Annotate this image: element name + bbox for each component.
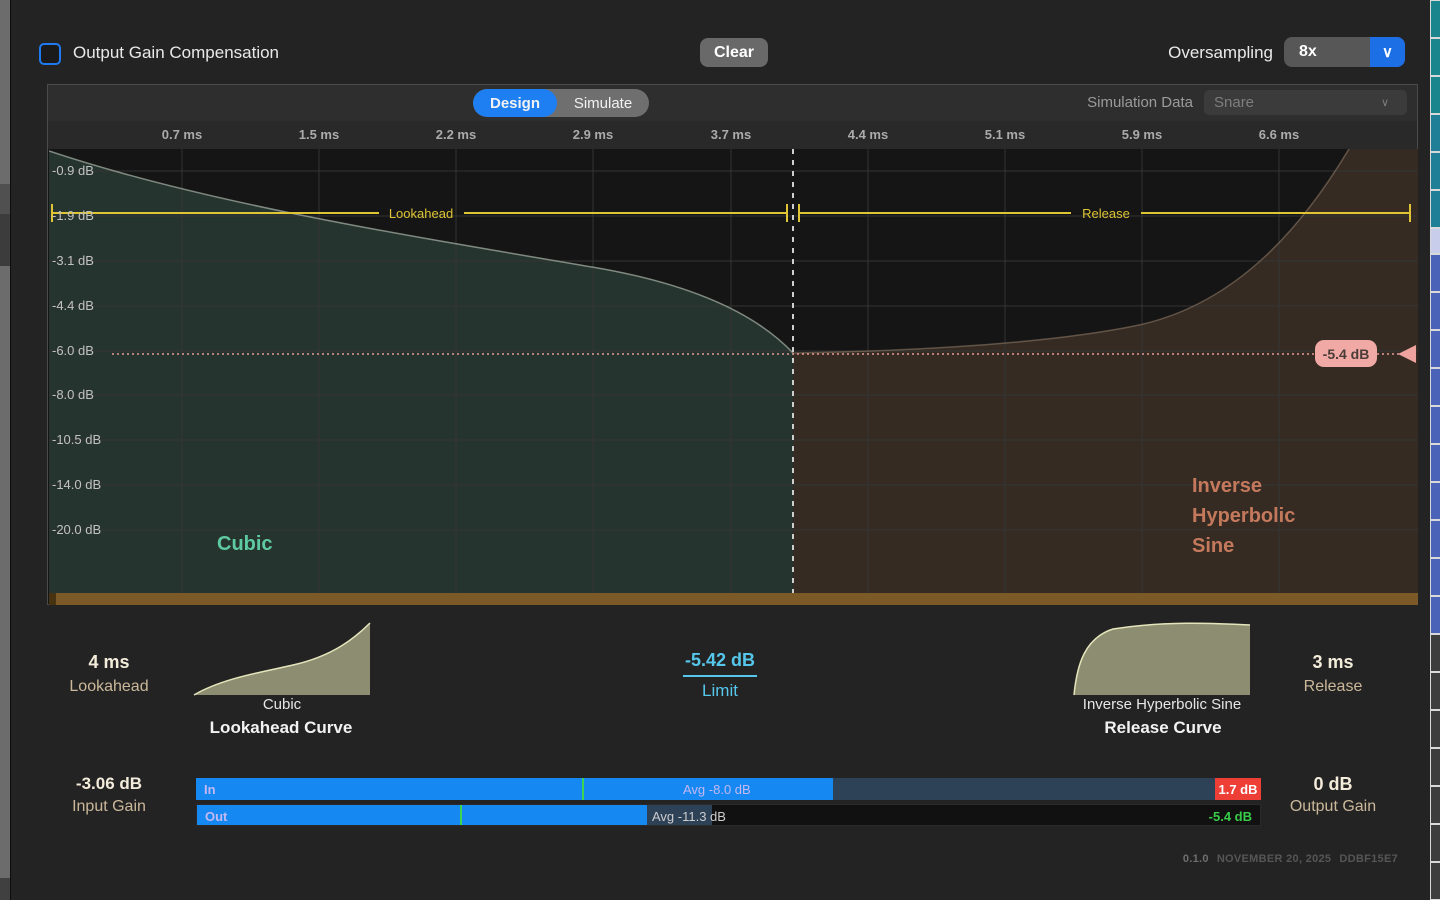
db-tick: -14.0 dB [52, 477, 101, 493]
background-clips [1429, 0, 1440, 900]
out-meter-avg: Avg -11.3 dB [652, 809, 726, 824]
release-curve-title: Release Curve [1063, 718, 1263, 738]
in-meter-peak-badge: 1.7 dB [1215, 778, 1261, 800]
release-value[interactable]: 3 ms [1273, 652, 1393, 673]
output-gain-value[interactable]: 0 dB [1273, 774, 1393, 795]
background-desktop-left [0, 0, 10, 900]
release-curve-thumbnail[interactable] [1073, 622, 1251, 696]
screenshot-stage: Output Gain Compensation Clear Oversampl… [0, 0, 1440, 900]
lookahead-region-label: Cubic [217, 533, 273, 556]
chevron-down-icon[interactable]: ∨ [1370, 37, 1405, 67]
graph-tab-row: Design Simulate Simulation Data Snare ∨ [48, 85, 1417, 121]
db-tick: -8.0 dB [52, 387, 94, 403]
output-gain-label: Output Gain [1273, 798, 1393, 816]
time-axis: 0.7 ms 1.5 ms 2.2 ms 2.9 ms 3.7 ms 4.4 m… [48, 121, 1417, 149]
limit-value[interactable]: -5.42 dB [645, 650, 795, 677]
time-tick: 3.7 ms [701, 127, 761, 142]
time-tick: 5.1 ms [975, 127, 1035, 142]
version-number: 0.1.0 [1183, 853, 1209, 865]
version-info: 0.1.0 NOVEMBER 20, 2025 DDBF15E7 [1183, 853, 1398, 865]
scrollbar-cap [49, 593, 56, 605]
limit-arrow-icon[interactable] [1398, 345, 1416, 363]
in-meter-avg: Avg -8.0 dB [683, 782, 751, 797]
simulation-data-dropdown[interactable]: Snare ∨ [1204, 90, 1407, 115]
output-gain-comp-checkbox[interactable] [39, 43, 61, 65]
lookahead-label: Lookahead [49, 678, 169, 696]
background-window-edge [0, 214, 10, 266]
tab-design[interactable]: Design [473, 89, 557, 117]
input-gain-value[interactable]: -3.06 dB [49, 774, 169, 794]
tab-simulate[interactable]: Simulate [557, 89, 649, 117]
db-tick: -0.9 dB [52, 163, 94, 179]
out-meter-avg-line [460, 805, 462, 826]
lookahead-curve-name: Cubic [193, 696, 371, 713]
time-tick: 1.5 ms [289, 127, 349, 142]
out-meter: Out Avg -11.3 dB -5.4 dB [196, 804, 1261, 826]
clear-button[interactable]: Clear [700, 38, 768, 67]
release-marker-label: Release [1082, 206, 1130, 221]
curve-designer-plot[interactable]: Lookahead Release -0.9 dB -1.9 dB -3.1 d… [49, 149, 1418, 593]
background-window-edge [0, 184, 10, 214]
build-hash: DDBF15E7 [1339, 853, 1398, 865]
input-gain-label: Input Gain [49, 798, 169, 816]
limit-label: Limit [645, 681, 795, 701]
simulation-data-label: Simulation Data [1048, 94, 1193, 111]
lookahead-value[interactable]: 4 ms [49, 652, 169, 673]
mode-tabs: Design Simulate [473, 89, 649, 117]
in-meter-avg-line [582, 778, 584, 800]
in-meter-label: In [204, 782, 216, 797]
time-tick: 0.7 ms [152, 127, 212, 142]
oversampling-value: 8x [1284, 37, 1370, 67]
simulation-data-value: Snare [1204, 94, 1381, 111]
plugin-window: Output Gain Compensation Clear Oversampl… [10, 0, 1430, 900]
time-tick: 2.9 ms [563, 127, 623, 142]
time-tick: 2.2 ms [426, 127, 486, 142]
in-meter: In Avg -8.0 dB 1.7 dB [196, 778, 1261, 800]
time-tick: 6.6 ms [1249, 127, 1309, 142]
background-window-edge [0, 878, 10, 900]
release-label: Release [1273, 678, 1393, 696]
chevron-down-icon: ∨ [1381, 96, 1407, 109]
oversampling-label: Oversampling [1056, 43, 1273, 63]
output-gain-comp-label: Output Gain Compensation [73, 43, 279, 63]
lookahead-curve-thumbnail[interactable] [193, 622, 371, 696]
db-tick: -3.1 dB [52, 253, 94, 269]
out-meter-peak: -5.4 dB [1209, 809, 1252, 824]
db-tick: -20.0 dB [52, 522, 101, 538]
release-curve-name: Inverse Hyperbolic Sine [1053, 696, 1271, 713]
db-tick: -10.5 dB [52, 432, 101, 448]
lookahead-marker-label: Lookahead [389, 206, 453, 221]
db-tick: -4.4 dB [52, 298, 94, 314]
lookahead-curve-title: Lookahead Curve [181, 718, 381, 738]
limit-value-badge[interactable]: -5.4 dB [1315, 340, 1377, 367]
build-date: NOVEMBER 20, 2025 [1217, 853, 1332, 865]
out-meter-label: Out [205, 809, 227, 824]
time-tick: 4.4 ms [838, 127, 898, 142]
time-tick: 5.9 ms [1112, 127, 1172, 142]
db-tick: -1.9 dB [52, 208, 94, 224]
out-meter-fill [197, 805, 647, 826]
release-region-label: Inverse Hyperbolic Sine [1192, 471, 1295, 561]
graph-scrollbar[interactable] [49, 593, 1418, 605]
graph-panel: Design Simulate Simulation Data Snare ∨ … [47, 84, 1418, 605]
db-tick: -6.0 dB [52, 343, 94, 359]
oversampling-dropdown[interactable]: 8x ∨ [1284, 37, 1405, 67]
